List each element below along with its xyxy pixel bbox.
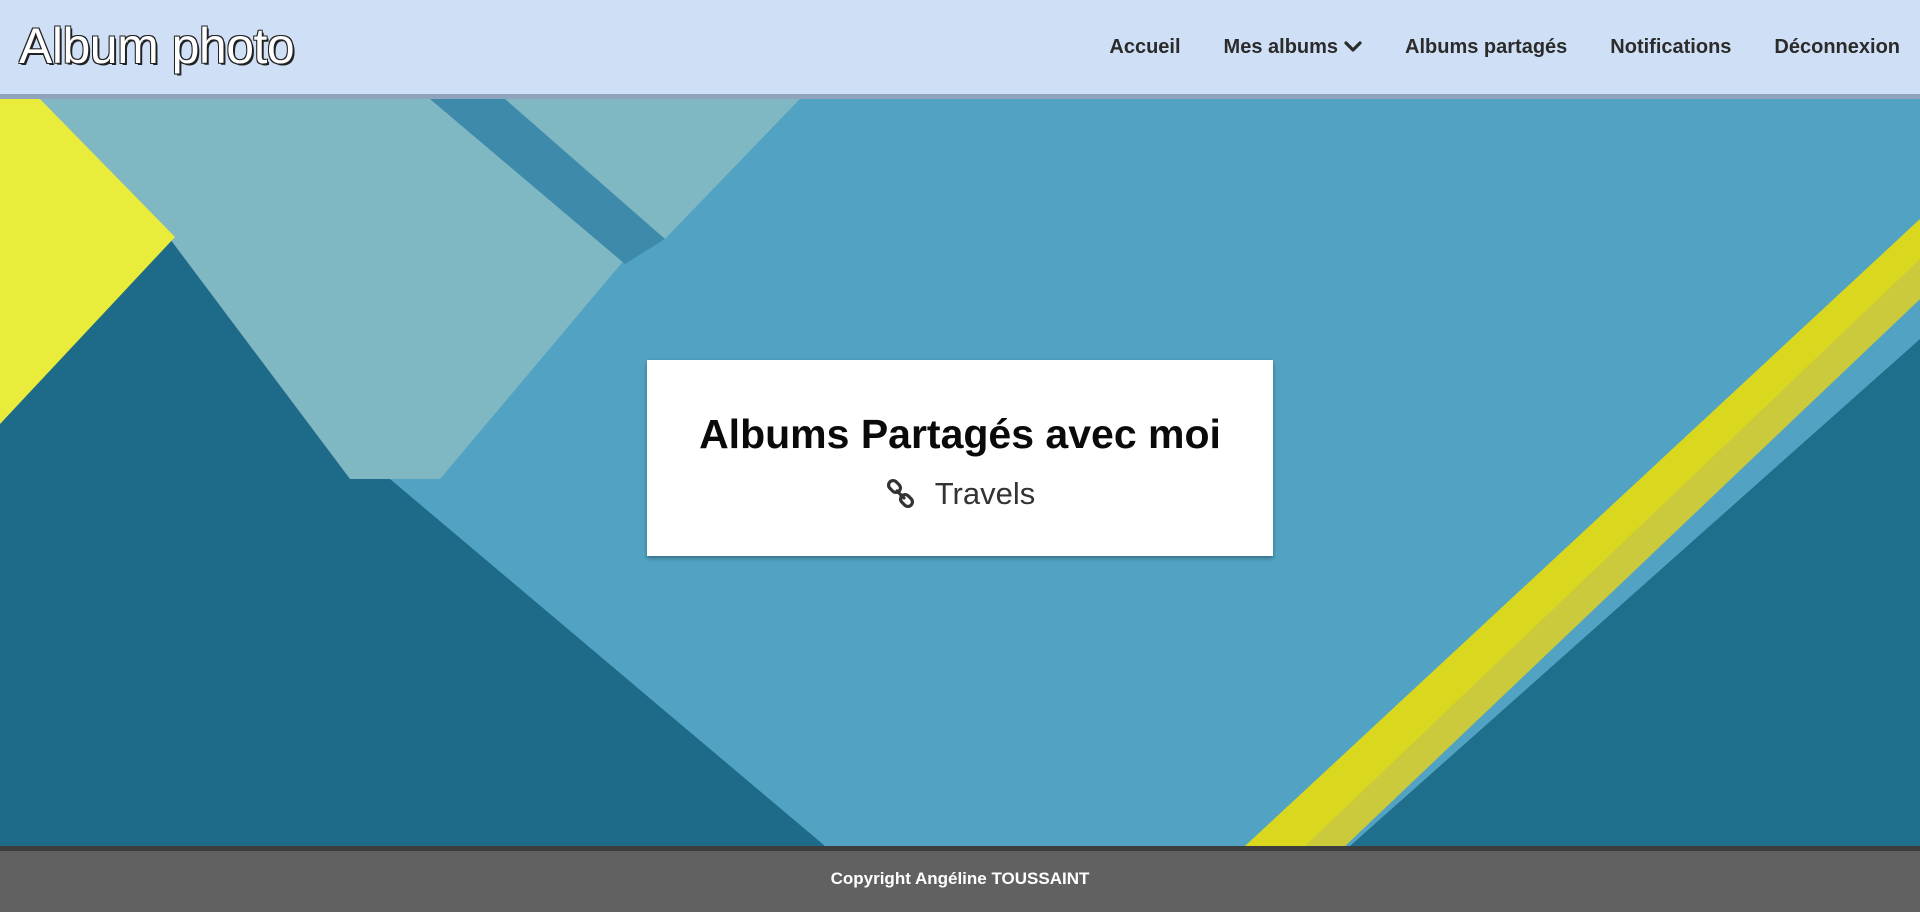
nav-notifications-label: Notifications — [1610, 35, 1732, 58]
nav-albums-partages[interactable]: Albums partagés — [1405, 36, 1567, 59]
main-nav: Accueil Mes albums Albums partagés Notif… — [1066, 0, 1900, 94]
nav-accueil-label: Accueil — [1109, 35, 1181, 58]
link-icon — [886, 478, 914, 509]
shared-album-name: Travels — [934, 476, 1036, 511]
navbar: Album photo Accueil Mes albums Albums pa… — [0, 0, 1920, 99]
shared-albums-card: Albums Partagés avec moi Travels — [647, 360, 1273, 556]
chevron-down-icon — [1344, 41, 1362, 52]
nav-accueil[interactable]: Accueil — [1109, 36, 1180, 59]
page-title: Albums Partagés avec moi — [699, 411, 1221, 457]
nav-deconnexion[interactable]: Déconnexion — [1774, 36, 1900, 59]
shared-album-link[interactable]: Travels — [885, 476, 1035, 512]
nav-deconnexion-label: Déconnexion — [1774, 35, 1900, 58]
brand-title[interactable]: Album photo — [19, 14, 295, 78]
hero-background: Albums Partagés avec moi Travels — [0, 99, 1920, 846]
footer: Copyright Angéline TOUSSAINT — [0, 846, 1920, 912]
nav-mes-albums-dropdown[interactable]: Mes albums — [1224, 36, 1362, 59]
nav-mes-albums-label: Mes albums — [1223, 35, 1339, 58]
copyright-text: Copyright Angéline TOUSSAINT — [830, 869, 1090, 888]
nav-notifications[interactable]: Notifications — [1610, 36, 1731, 59]
nav-albums-partages-label: Albums partagés — [1405, 35, 1568, 58]
